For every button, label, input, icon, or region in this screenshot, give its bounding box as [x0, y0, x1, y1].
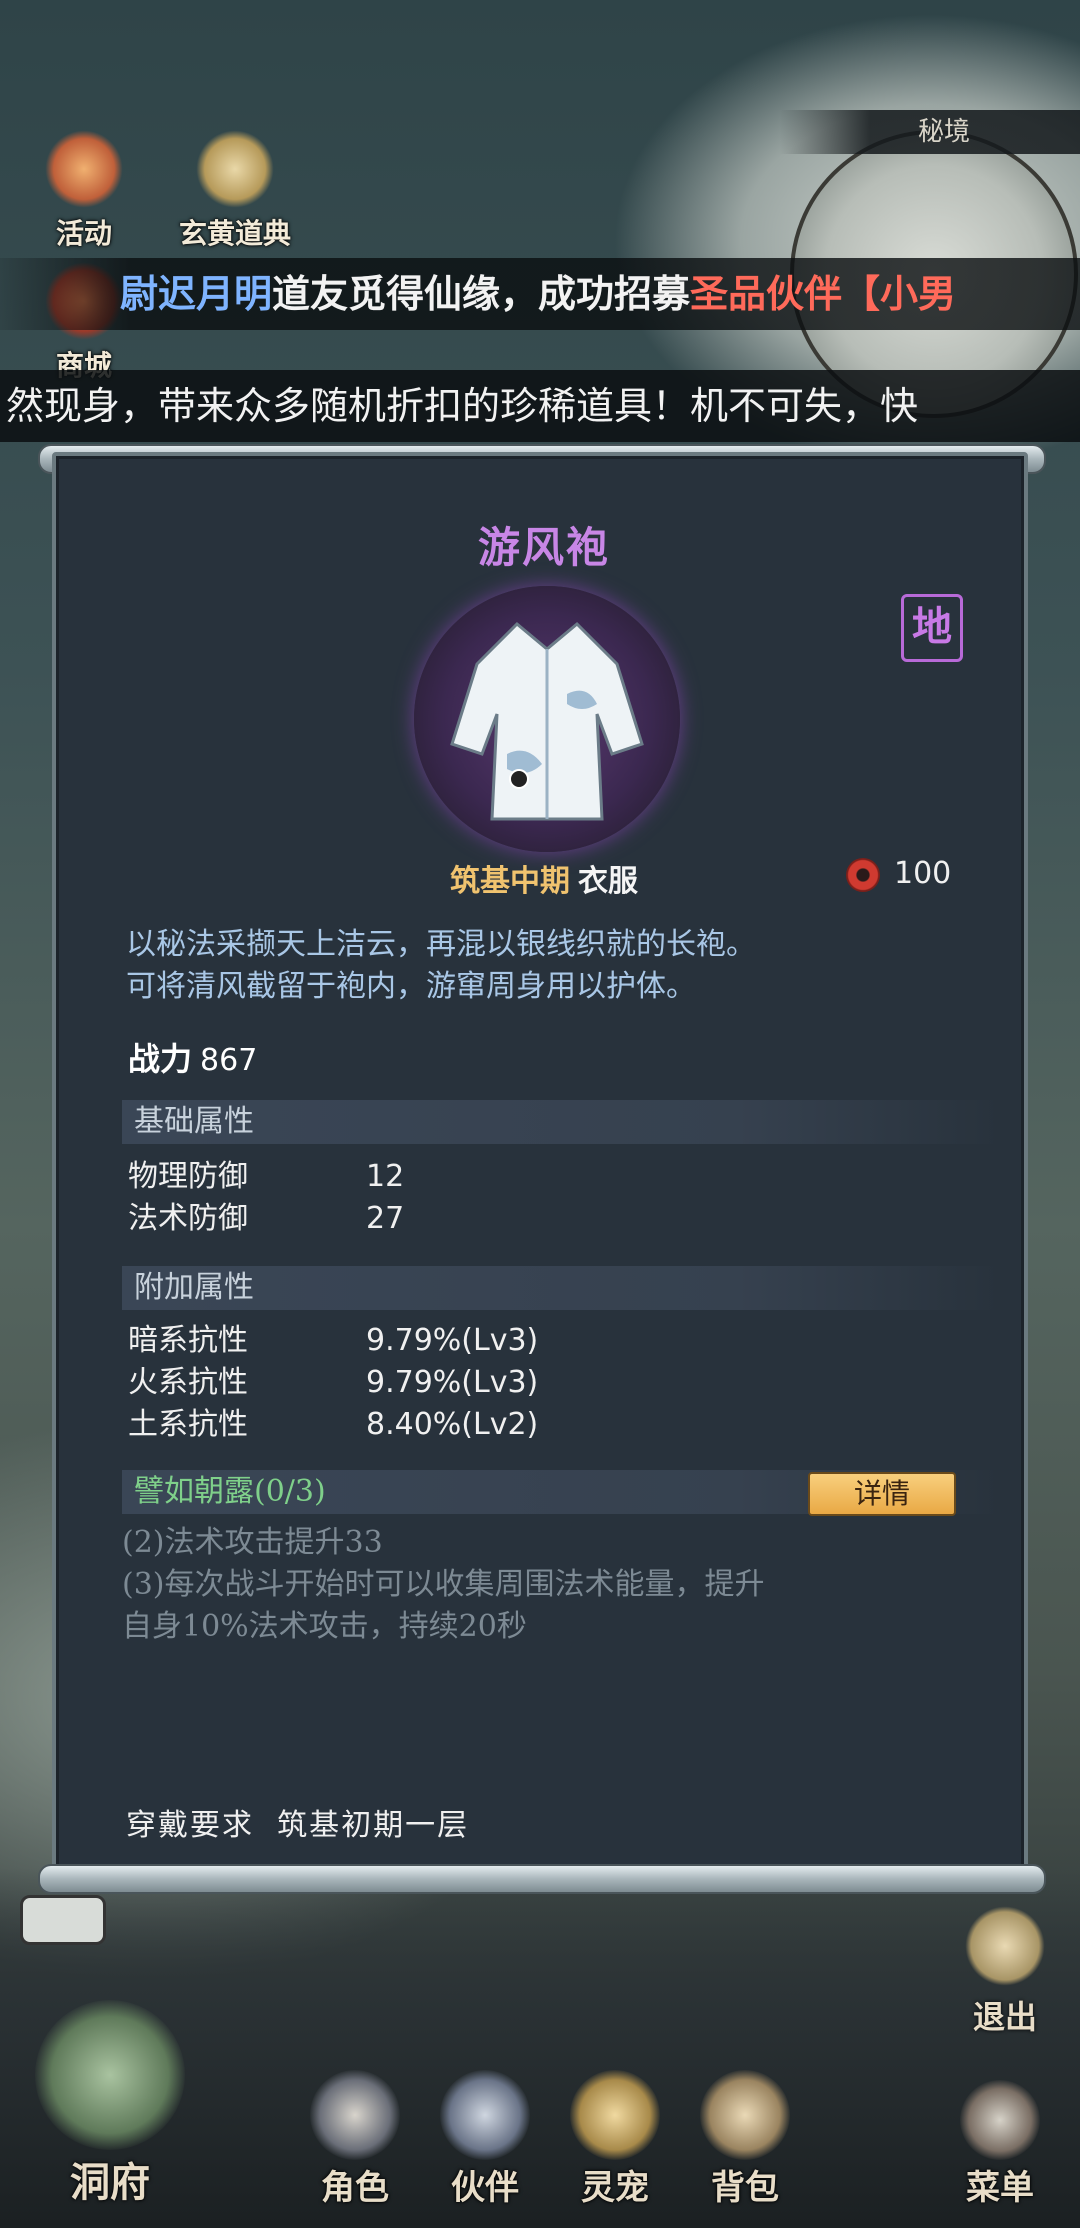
nav-menu-label: 菜单	[966, 2168, 1034, 2208]
nav-menu[interactable]: 菜单	[940, 2080, 1060, 2209]
nav-bag[interactable]: 背包	[680, 2070, 810, 2209]
grade-badge: 地	[901, 594, 963, 662]
nav-pet[interactable]: 灵宠	[550, 2070, 680, 2209]
attr-name: 土系抗性	[128, 1407, 248, 1442]
announcement-text: 道友觅得仙缘，成功招募	[272, 271, 691, 316]
marquee-text: 然现身，带来众多随机折扣的珍稀道具！机不可失，快	[6, 384, 919, 428]
robe-icon	[450, 621, 644, 821]
announcement-banner: 尉迟月明道友觅得仙缘，成功招募圣品伙伴【小男	[0, 258, 1080, 330]
score-value: 100	[894, 856, 952, 891]
description-line: 可将清风截留于袍内，游窜周身用以护体。	[126, 969, 696, 1004]
menu-brush-icon	[960, 2080, 1040, 2160]
set-effect-line: (2)法术攻击提升33	[122, 1525, 383, 1560]
item-detail-panel: 游风袍 地 筑基中期 衣服 100 以秘法采撷天上洁云，再混以银线织就的长袍。 可…	[52, 452, 1028, 1872]
codex-label: 玄黄道典	[178, 217, 291, 250]
attr-row: 土系抗性 8.40%(Lv2)	[128, 1404, 538, 1446]
panel-bottom-bar	[38, 1864, 1046, 1894]
map-title: 秘境	[780, 110, 1080, 154]
attr-value: 8.40%(Lv2)	[366, 1407, 539, 1442]
attr-name: 暗系抗性	[128, 1323, 248, 1358]
item-description: 以秘法采撷天上洁云，再混以银线织就的长袍。 可将清风截留于袍内，游窜周身用以护体…	[126, 924, 986, 1008]
description-line: 以秘法采撷天上洁云，再混以银线织就的长袍。	[126, 927, 756, 962]
exit-button[interactable]: 退出	[950, 1906, 1060, 2038]
exit-label: 退出	[972, 1998, 1037, 2036]
chat-icon[interactable]	[20, 1895, 106, 1945]
announcement-player: 尉迟月明	[120, 271, 273, 316]
nav-partner[interactable]: 伙伴	[420, 2070, 550, 2209]
set-effects: (2)法术攻击提升33 (3)每次战斗开始时可以收集周围法术能量，提升 自身10…	[122, 1522, 1002, 1648]
base-attr-header: 基础属性	[122, 1100, 1002, 1144]
wear-requirement: 穿戴要求 筑基初期一层	[126, 1800, 469, 1844]
attr-row: 暗系抗性 9.79%(Lv3)	[128, 1320, 538, 1362]
scroll-icon	[196, 130, 274, 208]
set-name: 譬如朝露(0/3)	[134, 1474, 326, 1509]
announcement-highlight: 圣品伙伴【小男	[690, 271, 957, 316]
partner-icon	[440, 2070, 530, 2160]
nav-pet-label: 灵宠	[581, 2168, 649, 2208]
codex-button[interactable]: 玄黄道典	[160, 130, 310, 252]
item-portrait	[414, 586, 680, 852]
attr-value: 27	[366, 1201, 405, 1236]
attr-row: 物理防御 12	[128, 1156, 404, 1198]
score-icon	[846, 857, 880, 892]
item-name: 游风袍	[477, 523, 610, 572]
requirement-value: 筑基初期一层	[277, 1808, 470, 1843]
pet-icon	[570, 2070, 660, 2160]
set-effect-line: 自身10%法术攻击，持续20秒	[122, 1609, 527, 1644]
attr-name: 法术防御	[128, 1201, 248, 1236]
activity-label: 活动	[55, 217, 112, 250]
attr-value: 9.79%(Lv3)	[366, 1323, 539, 1358]
attr-value: 12	[366, 1159, 405, 1194]
attr-row: 法术防御 27	[128, 1198, 404, 1240]
power-value: 867	[200, 1043, 258, 1078]
nav-cave-label: 洞府	[70, 2159, 150, 2206]
return-arrow-icon	[965, 1906, 1045, 1986]
nav-bag-label: 背包	[711, 2168, 779, 2208]
announcement-marquee: 然现身，带来众多随机折扣的珍稀道具！机不可失，快	[0, 370, 1080, 442]
item-slot: 衣服	[578, 864, 638, 899]
attr-value: 9.79%(Lv3)	[366, 1365, 539, 1400]
nav-partner-label: 伙伴	[451, 2168, 519, 2208]
nav-cave[interactable]: 洞府	[30, 2000, 190, 2208]
cave-icon	[35, 2000, 185, 2150]
set-detail-button[interactable]: 详情	[808, 1472, 956, 1516]
activity-button[interactable]: 活动	[24, 130, 144, 252]
lantern-icon	[45, 130, 123, 208]
item-realm: 筑基中期	[450, 864, 570, 899]
bag-icon	[700, 2070, 790, 2160]
attr-row: 火系抗性 9.79%(Lv3)	[128, 1362, 538, 1404]
attr-name: 火系抗性	[128, 1365, 248, 1400]
nav-role-label: 角色	[321, 2168, 389, 2208]
extra-attr-header: 附加属性	[122, 1266, 1002, 1310]
character-icon	[310, 2070, 400, 2160]
nav-role[interactable]: 角色	[290, 2070, 420, 2209]
item-score: 100	[846, 856, 951, 892]
attr-name: 物理防御	[128, 1159, 248, 1194]
combat-power: 战力 867	[128, 1034, 257, 1080]
power-label: 战力	[128, 1040, 193, 1078]
set-effect-line: (3)每次战斗开始时可以收集周围法术能量，提升	[122, 1567, 765, 1602]
requirement-label: 穿戴要求	[126, 1808, 254, 1843]
